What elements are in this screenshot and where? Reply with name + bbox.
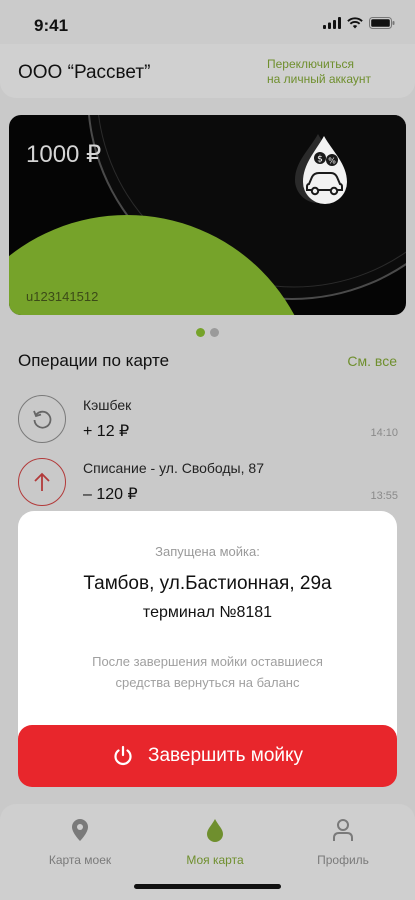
operation-amount: + 12 ₽ — [83, 423, 130, 440]
company-name: ООО “Рассвет” — [18, 62, 151, 83]
card-pager — [196, 328, 219, 337]
svg-text:$: $ — [317, 155, 323, 165]
wash-running-modal: Запущена мойка: Тамбов, ул.Бастионная, 2… — [18, 511, 397, 751]
arrow-up-icon — [18, 458, 66, 506]
modal-note: После завершения мойки оставшиеся средст… — [58, 651, 357, 693]
profile-icon — [333, 819, 353, 841]
modal-note-line2: средства вернуться на баланс — [115, 675, 300, 690]
tab-my-card[interactable]: Моя карта — [150, 818, 280, 867]
car-wash-drop-icon: $ % — [295, 134, 347, 204]
operations-title: Операции по карте — [18, 351, 170, 370]
power-icon — [114, 745, 132, 766]
signal-icon — [323, 17, 341, 29]
pager-dot-active[interactable] — [196, 328, 205, 337]
operation-title: Списание - ул. Свободы, 87 — [83, 460, 264, 476]
tab-label: Моя карта — [186, 853, 244, 867]
wifi-icon — [347, 17, 363, 29]
status-time: 9:41 — [34, 16, 69, 35]
operation-row[interactable]: Кэшбек + 12 ₽ 14:10 — [18, 395, 398, 455]
tab-label: Профиль — [317, 853, 369, 867]
operation-title: Кэшбек — [83, 397, 132, 413]
finish-wash-button[interactable]: Завершить мойку — [18, 725, 397, 787]
tab-wash-map[interactable]: Карта моек — [15, 818, 145, 867]
operation-time: 13:55 — [370, 490, 398, 502]
status-bar: 9:41 — [0, 0, 415, 48]
modal-label: Запущена мойка: — [155, 544, 260, 559]
modal-address: Тамбов, ул.Бастионная, 29а — [83, 573, 332, 594]
card-balance: 1000 ₽ — [26, 141, 102, 168]
bonus-card[interactable]: $ % 1000 ₽ u123141512 — [9, 115, 406, 315]
switch-account-link[interactable]: Переключиться на личный аккаунт — [267, 57, 397, 87]
battery-icon — [369, 17, 395, 29]
pager-dot[interactable] — [210, 328, 219, 337]
refresh-icon — [18, 395, 66, 443]
header: ООО “Рассвет” Переключиться на личный ак… — [0, 44, 415, 98]
card-number: u123141512 — [26, 289, 99, 304]
operation-time: 14:10 — [370, 427, 398, 439]
drop-icon — [207, 819, 223, 842]
finish-wash-label: Завершить мойку — [147, 745, 304, 766]
tab-profile[interactable]: Профиль — [278, 818, 408, 867]
switch-link-line1: Переключиться — [267, 57, 354, 71]
svg-text:%: % — [328, 157, 336, 166]
switch-link-line2: на личный аккаунт — [267, 72, 371, 86]
see-all-link[interactable]: См. все — [347, 353, 397, 369]
home-indicator — [134, 884, 281, 889]
modal-note-line1: После завершения мойки оставшиеся — [92, 654, 323, 669]
status-icons — [323, 17, 395, 29]
map-pin-icon — [72, 819, 88, 841]
operation-row[interactable]: Списание - ул. Свободы, 87 – 120 ₽ 13:55 — [18, 458, 398, 518]
modal-terminal: терминал №8181 — [142, 604, 273, 621]
tab-label: Карта моек — [48, 853, 112, 867]
operation-amount: – 120 ₽ — [83, 486, 138, 503]
